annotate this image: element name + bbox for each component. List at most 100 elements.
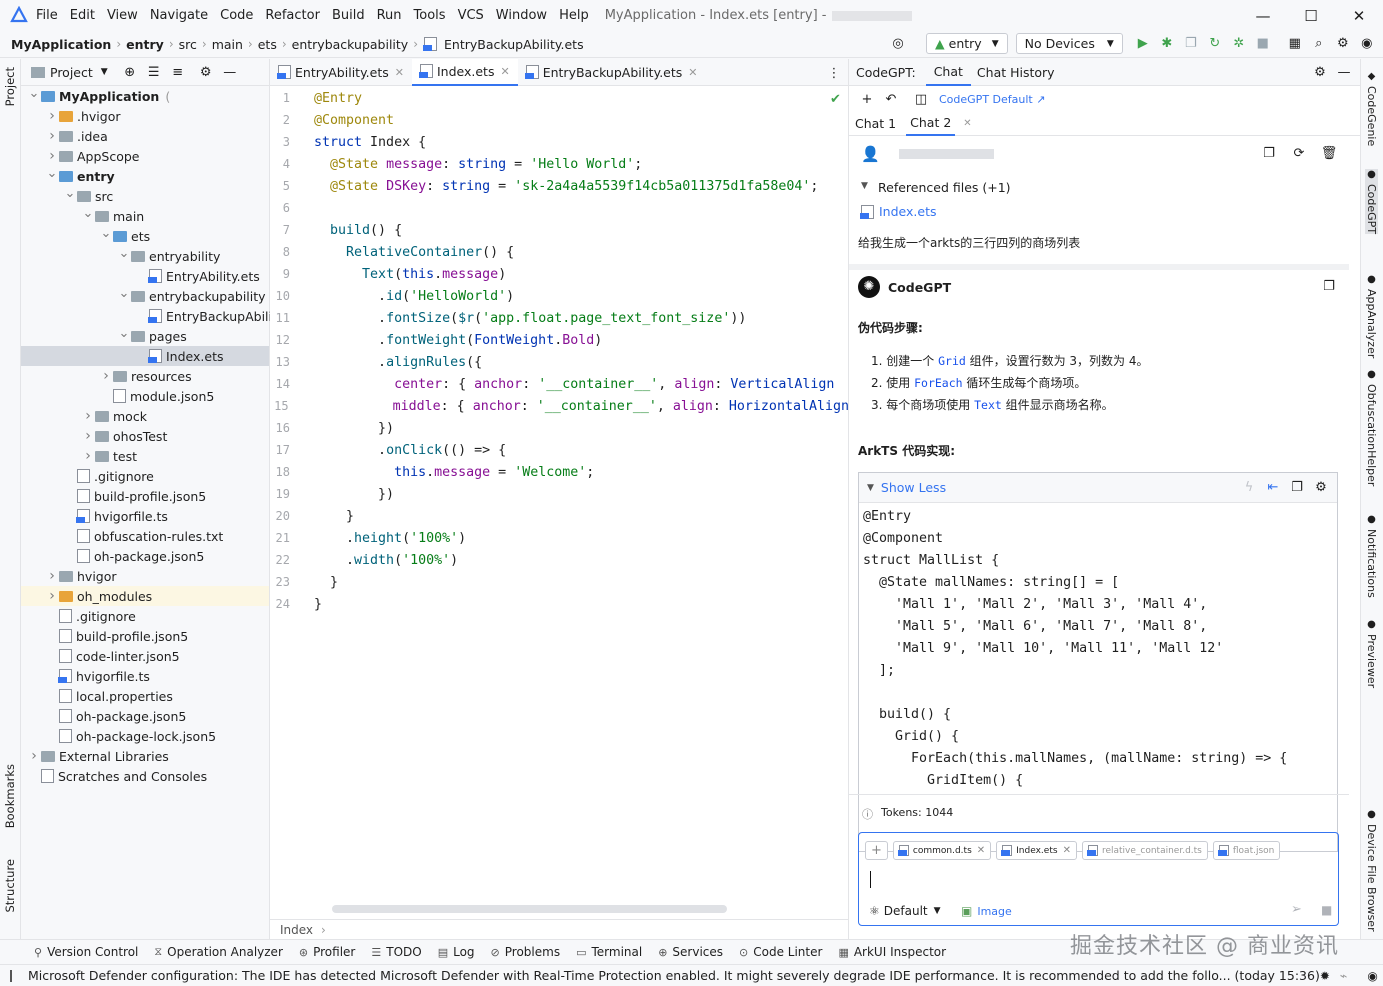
chevron-right-icon[interactable]: › [45, 148, 59, 164]
add-icon[interactable]: + [857, 89, 877, 109]
tool-appanalyzer[interactable]: ● AppAnalyzer [1365, 274, 1378, 358]
close-button[interactable]: ✕ [1335, 0, 1383, 31]
tree-item[interactable]: ⌄ MyApplication ( [27, 86, 171, 106]
account-icon[interactable]: ◉ [1357, 34, 1377, 54]
tree-item[interactable]: build-profile.json5 [45, 626, 188, 646]
tree-item[interactable]: ⌄ pages [117, 326, 187, 346]
tree-item[interactable]: ⌄ entryability [117, 246, 221, 266]
tree-item[interactable]: › oh_modules [45, 586, 152, 606]
tree-item[interactable]: ⌄ main [81, 206, 145, 226]
hide-icon[interactable]: — [1334, 62, 1354, 82]
tool-todo[interactable]: ☰ TODO [371, 945, 421, 959]
ref-file-link[interactable]: Index.ets [879, 204, 937, 219]
menu-file[interactable]: File [36, 8, 58, 23]
hide-icon[interactable]: — [220, 62, 240, 82]
add-context-button[interactable]: + [865, 841, 888, 860]
copy-icon[interactable]: ❐ [1259, 143, 1279, 163]
locate-icon[interactable]: ⊕ [120, 62, 140, 82]
chat-input-box[interactable]: + common.d.ts ✕ Index.ets ✕ relative_containe… [858, 832, 1339, 926]
tab-chat-2[interactable]: Chat 2 [906, 112, 956, 136]
tool-codegenie[interactable]: ◆ CodeGenie [1365, 71, 1378, 146]
tree-item[interactable]: › mock [81, 406, 147, 426]
code-snippet[interactable]: @Entry @Component struct MallList { @State… [859, 503, 1337, 792]
minimize-button[interactable]: — [1239, 0, 1287, 31]
menu-window[interactable]: Window [496, 8, 547, 23]
gear-icon[interactable]: ⚙ [196, 62, 216, 82]
breadcrumb-item[interactable]: MyApplication [11, 37, 111, 52]
chevron-down-icon[interactable]: ⌄ [99, 226, 113, 241]
window-icon[interactable] [10, 969, 12, 982]
gear-icon[interactable]: ⚙ [1311, 478, 1331, 498]
maximize-button[interactable]: ☐ [1287, 0, 1335, 31]
lightning-icon[interactable]: ϟ [1239, 478, 1259, 498]
tree-item[interactable]: EntryBackupAbili [135, 306, 272, 326]
tree-item[interactable]: › External Libraries [27, 746, 169, 766]
chevron-down-icon[interactable]: ▼ [101, 67, 108, 77]
send-icon[interactable]: ➢ [1291, 902, 1302, 917]
chevron-down-icon[interactable]: ⌄ [117, 246, 131, 261]
tree-item[interactable]: EntryAbility.ets [135, 266, 260, 286]
chevron-right-icon[interactable]: › [45, 588, 59, 604]
tree-item[interactable]: ⌄ entrybackupability [117, 286, 266, 306]
attach-icon[interactable]: ❐ [1181, 34, 1201, 54]
expand-all-icon[interactable]: ☰ [144, 62, 164, 82]
breadcrumb-item[interactable]: entry [126, 37, 164, 52]
chevron-down-icon[interactable]: ⌄ [63, 186, 77, 201]
copy-icon[interactable]: ❐ [1287, 478, 1307, 498]
copy-icon[interactable]: ❐ [1319, 276, 1339, 296]
tool-notifications[interactable]: ● Notifications [1365, 514, 1378, 598]
status-message[interactable]: Microsoft Defender configuration: The ID… [28, 968, 1320, 983]
breadcrumb-item[interactable]: EntryBackupAbility.ets [444, 37, 584, 52]
indexing-icon[interactable]: ⌁ [1340, 968, 1348, 983]
tab-chat-history[interactable]: Chat History [977, 65, 1055, 80]
close-icon[interactable]: ✕ [977, 845, 985, 856]
tree-item[interactable]: oh-package.json5 [63, 546, 204, 566]
profile-icon[interactable]: ✲ [1229, 34, 1249, 54]
close-icon[interactable]: ✕ [963, 118, 971, 129]
tree-item[interactable]: ⌄ src [63, 186, 114, 206]
tree-item[interactable]: Index.ets [135, 346, 224, 366]
tree-item[interactable]: › ohosTest [81, 426, 167, 446]
search-icon[interactable]: ⌕ [1309, 34, 1329, 54]
code-area[interactable]: 1 @Entry 2 @Component 3 struct Index {4 @Stat… [270, 87, 849, 612]
tab-chat-1[interactable]: Chat 1 [855, 116, 906, 131]
chevron-right-icon[interactable]: › [45, 568, 59, 584]
menu-refactor[interactable]: Refactor [265, 8, 320, 23]
insert-icon[interactable]: ⇤ [1263, 478, 1283, 498]
collapse-all-icon[interactable]: ≡ [168, 62, 188, 82]
referenced-files-toggle[interactable]: Referenced files (+1) [878, 180, 1011, 195]
gear-icon[interactable]: ⚙ [1310, 62, 1330, 82]
target-icon[interactable]: ◎ [888, 34, 908, 54]
chevron-right-icon[interactable]: › [45, 128, 59, 144]
project-view-select[interactable]: Project [50, 65, 93, 80]
tree-item[interactable]: build-profile.json5 [63, 486, 206, 506]
tool-previewer[interactable]: ● Previewer [1365, 619, 1378, 688]
chevron-down-icon[interactable]: ⌄ [117, 326, 131, 341]
refresh-icon[interactable]: ⟳ [1289, 143, 1309, 163]
tree-item[interactable]: oh-package.json5 [45, 706, 186, 726]
tool-problems[interactable]: ⊘ Problems [491, 945, 561, 959]
breadcrumb-item[interactable]: src [179, 37, 197, 52]
tool-operation-analyzer[interactable]: ⧖ Operation Analyzer [154, 945, 283, 959]
tab-index-ets[interactable]: Index.ets ✕ [411, 58, 518, 86]
tab-chat[interactable]: Chat [925, 59, 971, 86]
chevron-right-icon[interactable]: › [81, 448, 95, 464]
tool-profiler[interactable]: ⊛ Profiler [299, 945, 355, 959]
tree-item[interactable]: › .hvigor [45, 106, 120, 126]
tree-item[interactable]: oh-package-lock.json5 [45, 726, 216, 746]
tree-item[interactable]: › AppScope [45, 146, 139, 166]
breadcrumb-item[interactable]: Index [280, 923, 313, 937]
tab-entrybackupability-ets[interactable]: EntryBackupAbility.ets ✕ [518, 59, 706, 86]
chevron-right-icon[interactable]: › [27, 748, 41, 764]
menu-view[interactable]: View [107, 8, 138, 23]
tree-item[interactable]: › test [81, 446, 137, 466]
tree-item[interactable]: module.json5 [99, 386, 214, 406]
reload-icon[interactable]: ↻ [1205, 34, 1225, 54]
tool-arkui-inspector[interactable]: ▦ ArkUI Inspector [838, 945, 946, 959]
debug-icon[interactable]: ✱ [1157, 34, 1177, 54]
chevron-down-icon[interactable]: ⌄ [45, 166, 59, 181]
device-manager-icon[interactable]: ▦ [1285, 34, 1305, 54]
tree-item[interactable]: obfuscation-rules.txt [63, 526, 223, 546]
project-tool-button[interactable]: Project [3, 67, 17, 109]
breadcrumb-item[interactable]: main [212, 37, 243, 52]
